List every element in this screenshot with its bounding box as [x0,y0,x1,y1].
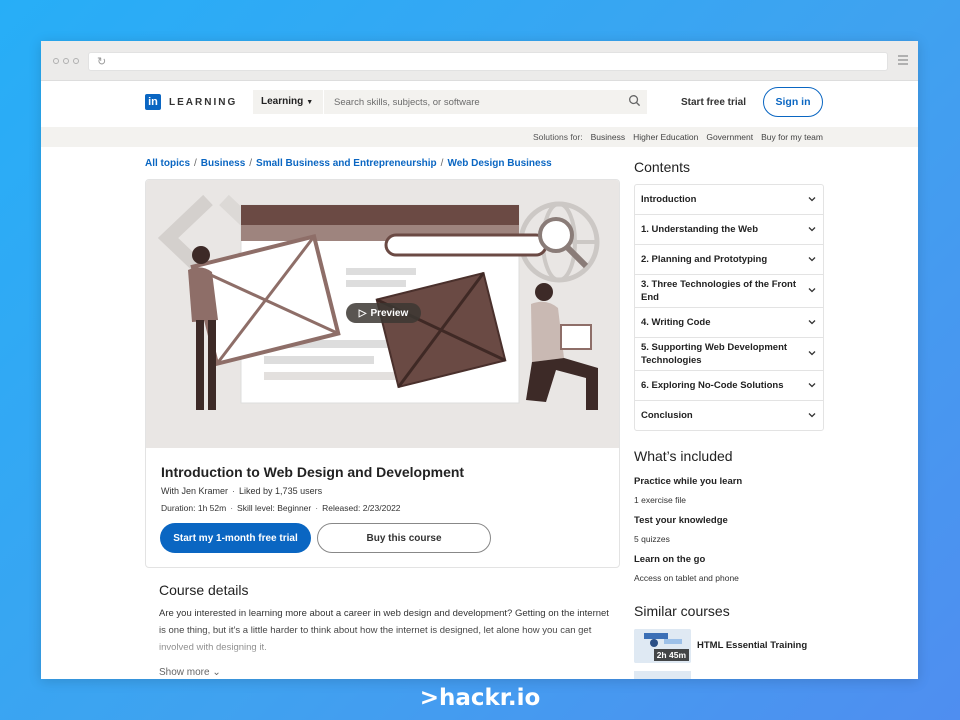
contents-list: Introduction 1. Understanding the Web 2.… [634,184,824,431]
start-free-trial-link[interactable]: Start free trial [681,97,746,108]
preview-button[interactable]: ▷ Preview [346,303,421,323]
solutions-government-link[interactable]: Government [706,132,753,142]
window-controls[interactable] [53,58,79,64]
breadcrumb-business[interactable]: Business [201,158,245,169]
site-header: in LEARNING Learning ▼ Search skills, sub… [41,81,918,127]
chevron-down-icon [808,319,816,324]
linkedin-logo-icon: in [145,94,161,110]
chevron-down-icon [808,351,816,356]
browser-window: ↻ in LEARNING Learning ▼ Search skills, s… [41,41,918,679]
included-item-sub: 1 exercise file [634,495,686,505]
course-card: ▷ Preview Introduction to Web Design and … [145,179,620,568]
similar-course-duration: 2h 45m [653,649,689,661]
address-bar[interactable]: ↻ [88,52,888,71]
search-placeholder: Search skills, subjects, or software [334,97,480,108]
browser-toolbar: ↻ [41,41,918,81]
show-more-label: Show more [159,667,210,678]
toc-item-chapter-3[interactable]: 3. Three Technologies of the Front End [635,275,823,308]
toc-item-chapter-5[interactable]: 5. Supporting Web Development Technologi… [635,338,823,371]
chevron-down-icon [808,288,816,293]
caret-down-icon: ▼ [306,99,314,106]
toc-item-label: 4. Writing Code [641,317,711,328]
sign-in-button[interactable]: Sign in [763,87,823,117]
breadcrumb-small-business[interactable]: Small Business and Entrepreneurship [256,158,437,169]
toc-item-chapter-1[interactable]: 1. Understanding the Web [635,215,823,245]
chevron-down-icon [808,382,816,387]
solutions-bar: Solutions for: Business Higher Education… [41,127,918,147]
play-icon: ▷ [358,307,367,319]
chevron-down-icon [808,412,816,417]
included-item-quizzes: Test your knowledge 5 quizzes [634,515,728,544]
course-duration: Duration: 1h 52m [161,503,227,513]
logo-text: LEARNING [169,96,238,108]
chevron-down-icon [808,226,816,231]
watermark-prefix: > [419,685,439,711]
solutions-buy-for-team-link[interactable]: Buy for my team [761,132,823,142]
toc-item-conclusion[interactable]: Conclusion [635,401,823,430]
show-more-button[interactable]: Show more ⌄ [159,667,221,678]
search-icon[interactable] [628,94,641,107]
chevron-down-icon [808,196,816,201]
course-author[interactable]: With Jen Kramer [161,486,228,496]
search-input[interactable]: Search skills, subjects, or software [324,90,647,114]
start-trial-button[interactable]: Start my 1-month free trial [160,523,311,553]
linkedin-learning-logo[interactable]: in LEARNING [145,94,237,110]
hackr-io-watermark: >hackr.io [0,685,960,711]
breadcrumb: All topics / Business / Small Business and E… [145,158,552,169]
course-likes: Liked by 1,735 users [239,486,323,496]
similar-course-thumbnail-partial[interactable] [634,671,691,679]
learning-dropdown-label: Learning [261,96,304,107]
toc-item-label: 6. Exploring No-Code Solutions [641,380,784,391]
included-item-sub: 5 quizzes [634,534,670,544]
toc-item-label: Introduction [641,194,697,205]
course-released: Released: 2/23/2022 [322,503,401,513]
course-preview-image[interactable]: ▷ Preview [146,180,619,448]
solutions-label: Solutions for: [532,132,583,142]
toc-item-chapter-4[interactable]: 4. Writing Code [635,308,823,338]
solutions-business-link[interactable]: Business [591,132,626,142]
toc-item-chapter-6[interactable]: 6. Exploring No-Code Solutions [635,371,823,401]
toc-item-label: 5. Supporting Web Development Technologi… [641,342,788,366]
included-item-heading: Practice while you learn [634,476,743,487]
similar-course-title[interactable]: HTML Essential Training [697,640,807,651]
watermark-brand: hackr.io [438,685,541,711]
included-item-practice: Practice while you learn 1 exercise file [634,476,742,505]
course-meta-details: Duration: 1h 52m · Skill level: Beginner · R… [161,503,401,513]
toc-item-label: 3. Three Technologies of the Front End [641,279,797,303]
toc-item-label: 1. Understanding the Web [641,224,759,235]
similar-courses-heading: Similar courses [634,603,730,619]
included-item-sub: Access on tablet and phone [634,573,739,583]
course-title: Introduction to Web Design and Developme… [161,464,465,480]
included-item-mobile: Learn on the go Access on tablet and pho… [634,554,739,583]
chevron-down-icon: ⌄ [212,667,221,678]
course-meta-author: With Jen Kramer · Liked by 1,735 users [161,486,323,496]
toc-item-label: 2. Planning and Prototyping [641,254,768,265]
hamburger-menu-icon[interactable] [898,55,908,67]
breadcrumb-web-design-business[interactable]: Web Design Business [447,158,551,169]
breadcrumb-all-topics[interactable]: All topics [145,158,190,169]
toc-item-label: Conclusion [641,410,693,421]
preview-label: Preview [370,307,409,319]
reload-icon[interactable]: ↻ [97,55,106,68]
buy-course-button[interactable]: Buy this course [317,523,491,553]
course-skill-level: Skill level: Beginner [237,503,312,513]
whats-included-heading: What’s included [634,448,733,464]
course-details-heading: Course details [159,582,249,598]
included-item-heading: Test your knowledge [634,515,728,526]
solutions-higher-education-link[interactable]: Higher Education [633,132,698,142]
learning-dropdown[interactable]: Learning ▼ [253,90,323,114]
chevron-down-icon [808,256,816,261]
contents-heading: Contents [634,159,691,175]
toc-item-chapter-2[interactable]: 2. Planning and Prototyping [635,245,823,275]
details-fade-overlay [145,626,625,666]
toc-item-introduction[interactable]: Introduction [635,185,823,215]
included-item-heading: Learn on the go [634,554,706,565]
similar-course-thumbnail[interactable]: 2h 45m [634,629,691,663]
